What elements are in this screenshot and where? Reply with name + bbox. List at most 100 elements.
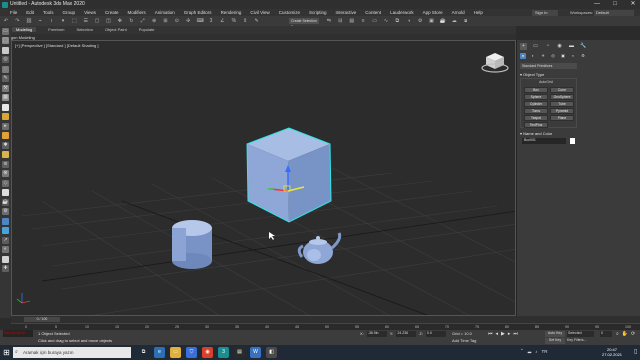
file-explorer-icon[interactable]: ▭ (170, 347, 181, 358)
maximize-button[interactable]: □ (610, 0, 620, 8)
helper-tool-icon[interactable]: ✱ (2, 141, 9, 149)
camera-tool-icon[interactable]: ▸ (2, 122, 9, 130)
curve-editor-icon[interactable]: ∿ (383, 18, 389, 24)
teapot-tool-icon[interactable]: ☕ (2, 198, 9, 206)
ring-tool-icon[interactable]: ◌ (2, 65, 9, 73)
pyramid-button[interactable]: Pyramid (550, 108, 574, 114)
rectangular-selection-icon[interactable]: ▢ (94, 18, 100, 24)
taskbar-search-input[interactable]: Aramak için buraya yazın (13, 347, 131, 358)
material-editor-icon[interactable]: ◑ (406, 18, 412, 24)
object-color-swatch[interactable] (570, 138, 575, 144)
unlink-icon[interactable]: ⌁ (37, 18, 43, 24)
utilities-tab-icon[interactable]: 🔧 (580, 43, 587, 50)
set-key-button[interactable]: Set Key (545, 338, 565, 344)
lights-icon[interactable]: ☀ (540, 53, 546, 59)
tube-button[interactable]: Tube (550, 101, 574, 107)
y-coordinate-field[interactable]: 24.236 (396, 331, 417, 337)
percent-snap-icon[interactable]: % (231, 18, 237, 24)
angle-snap-icon[interactable]: ∠ (219, 18, 225, 24)
modify-tab-icon[interactable]: ▭ (532, 43, 539, 50)
rotate-icon[interactable]: ↻ (128, 18, 134, 24)
close-button[interactable]: ✕ (628, 0, 638, 8)
water-tool-icon[interactable] (2, 227, 9, 234)
cylinder-object[interactable] (172, 220, 212, 269)
box-shape-tool-icon[interactable] (2, 189, 9, 196)
go-to-end-icon[interactable]: ⏭ (513, 331, 518, 337)
bind-space-warp-icon[interactable]: ≀ (49, 18, 55, 24)
space-warps-icon[interactable]: ≈ (570, 53, 576, 59)
motion-tab-icon[interactable]: ◉ (556, 43, 563, 50)
plane-button[interactable]: Plane (550, 115, 574, 121)
add-time-tag-button[interactable]: Add Time Tag (452, 338, 476, 343)
menu-edit[interactable]: Edit (26, 10, 34, 15)
object-name-input[interactable]: Box001 (522, 138, 566, 144)
volume-icon[interactable]: ♪ (535, 349, 537, 354)
task-view-icon[interactable]: ⧉ (138, 347, 149, 358)
textplus-button[interactable]: TextPlus (524, 122, 548, 128)
scale-icon[interactable]: ⤢ (140, 18, 146, 24)
maxscript-listener[interactable]: MAXScript Mi (3, 330, 33, 337)
modifier-tool-icon[interactable]: ⚙ (2, 208, 9, 215)
minimize-button[interactable]: — (592, 0, 602, 8)
chrome-icon[interactable]: ◉ (202, 347, 213, 358)
sign-in-button[interactable]: Sign In (532, 9, 558, 16)
knife-tool-icon[interactable]: ⚒ (2, 84, 9, 92)
plane-tool-icon[interactable] (2, 103, 9, 111)
tab-populate[interactable]: Populate (139, 27, 155, 32)
store-icon[interactable]: ⛉ (186, 347, 197, 358)
snaps-toggle-icon[interactable]: 3 (208, 18, 214, 24)
layer-explorer-icon[interactable]: ≡ (360, 18, 366, 24)
current-frame-field[interactable]: 0 (600, 331, 612, 337)
select-tool-icon[interactable]: ⬚ (2, 37, 9, 44)
key-set-dropdown[interactable]: Selected (567, 331, 594, 337)
windows-start-icon[interactable]: ⊞ (2, 348, 11, 357)
menu-graph-editors[interactable]: Graph Editors (184, 10, 212, 15)
spinner-snap-icon[interactable]: ⇕ (242, 18, 248, 24)
undo-icon[interactable]: ↶ (3, 18, 9, 24)
notepad-icon[interactable]: ▤ (234, 347, 245, 358)
select-object-icon[interactable]: ⬚ (71, 18, 77, 24)
geosphere-button[interactable]: GeoSphere (550, 94, 574, 100)
window-crossing-icon[interactable]: ◫ (106, 18, 112, 24)
language-icon[interactable]: TR (542, 349, 548, 354)
previous-frame-icon[interactable]: ◂ (496, 331, 499, 337)
workspaces-dropdown[interactable]: Default (594, 9, 634, 16)
play-icon[interactable]: ▶ (501, 331, 505, 337)
next-frame-icon[interactable]: ▸ (508, 331, 511, 337)
menu-lauderwork[interactable]: Lauderwork (390, 10, 414, 15)
scene-explorer-icon[interactable]: ▤ (349, 18, 355, 24)
menu-views[interactable]: Views (84, 10, 96, 15)
name-color-rollout-header[interactable]: ▾ Name and Color (520, 131, 552, 136)
menu-customize[interactable]: Customize (279, 10, 300, 15)
autogrid-checkbox[interactable]: AutoGrid (539, 80, 553, 84)
track-bar[interactable]: 0 5 10 15 20 25 30 35 40 45 50 55 60 65 70 75 80 85 90 95 10… (11, 323, 640, 330)
perspective-viewport[interactable]: [+] [Perspective ] [Standard ] [Default … (11, 40, 516, 316)
shapes-icon[interactable]: ◐ (530, 53, 536, 59)
menu-create[interactable]: Create (105, 10, 119, 15)
menu-animation[interactable]: Animation (155, 10, 175, 15)
taskbar-clock[interactable]: 20:47 27.02.2021 (602, 347, 622, 358)
zoom-icon[interactable]: ⌕ (616, 331, 619, 337)
paint-tool-icon[interactable]: ✎ (2, 75, 9, 82)
notification-icon[interactable]: ▯ (634, 348, 637, 355)
orbit-icon[interactable]: ⟳ (631, 331, 635, 337)
edge-icon[interactable]: e (154, 347, 165, 358)
named-selection-set-dropdown[interactable]: Create Selection Se (289, 18, 319, 29)
tray-expand-icon[interactable]: ⌃ (520, 348, 524, 354)
display-tool-icon[interactable]: ◐ (2, 246, 9, 253)
sphere-button[interactable]: Sphere (524, 94, 548, 100)
placement-icon[interactable]: ⊕ (151, 18, 157, 24)
create-tab-icon[interactable]: + (520, 43, 527, 50)
cameras-icon[interactable]: ◎ (550, 53, 556, 59)
cylinder-button[interactable]: Cylinder (524, 101, 548, 107)
white-tool-icon[interactable] (2, 255, 9, 263)
helpers-icon[interactable]: ▣ (560, 53, 566, 59)
object-type-rollout-header[interactable]: ▾ Object Type (520, 72, 544, 77)
move-icon[interactable]: ✥ (117, 18, 123, 24)
app-icon[interactable]: ◧ (266, 347, 277, 358)
bulb-tool-icon[interactable] (2, 151, 9, 158)
geometry-icon[interactable]: ● (520, 53, 526, 59)
menu-help[interactable]: Help (474, 10, 483, 15)
light-tool-icon[interactable] (2, 113, 9, 120)
box001-cube[interactable] (246, 127, 332, 223)
